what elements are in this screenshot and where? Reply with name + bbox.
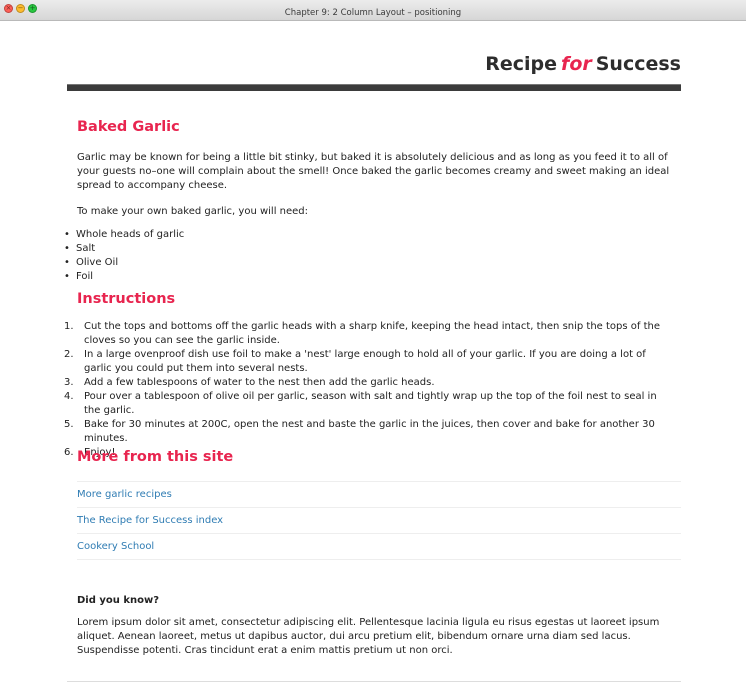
instructions-heading: Instructions [77,291,176,307]
list-item: 5. Bake for 30 minutes at 200C, open the … [64,419,655,444]
browser-window: × − + Chapter 9: 2 Column Layout – posit… [0,0,746,685]
window-titlebar: × − + Chapter 9: 2 Column Layout – posit… [0,0,746,21]
ingredients-list: Whole heads of garlic Salt Olive Oil Foi… [64,228,184,284]
list-item: Foil [64,270,184,284]
intro-paragraph: Garlic may be known for being a little b… [77,152,670,191]
window-title: Chapter 9: 2 Column Layout – positioning [284,8,462,18]
article-heading: Baked Garlic [77,119,180,135]
list-item: 2. In a large ovenproof dish use foil to … [64,349,646,374]
list-item: 4. Pour over a tablespoon of olive oil pe… [64,391,657,416]
site-title: Recipe for Success [485,53,681,75]
instructions-list: 1. Cut the tops and bottoms off the garli… [64,320,676,460]
list-item: 1. Cut the tops and bottoms off the garli… [64,321,661,346]
site-title-part1: Recipe [485,53,558,75]
more-links: More garlic recipes The Recipe for Succe… [77,481,681,560]
close-button[interactable]: × [4,4,13,13]
did-you-know-heading: Did you know? [77,595,160,606]
header-bar [67,84,681,91]
list-item: 3. Add a few tablespoons of water to the … [64,377,435,388]
list-item: Olive Oil [64,256,184,270]
minimize-button[interactable]: − [16,4,25,13]
site-title-accent: for [561,53,592,75]
footer-divider [67,681,681,682]
link-recipe-index[interactable]: The Recipe for Success index [77,508,681,534]
more-heading: More from this site [77,449,234,465]
did-you-know-text: Lorem ipsum dolor sit amet, consectetur … [77,617,660,656]
list-item: Salt [64,242,184,256]
needs-paragraph: To make your own baked garlic, you will … [77,206,309,217]
traffic-lights: × − + [4,4,37,13]
link-cookery-school[interactable]: Cookery School [77,534,681,560]
site-title-part3: Success [595,53,681,75]
list-item: Whole heads of garlic [64,228,184,242]
link-more-garlic-recipes[interactable]: More garlic recipes [77,482,681,508]
zoom-button[interactable]: + [28,4,37,13]
